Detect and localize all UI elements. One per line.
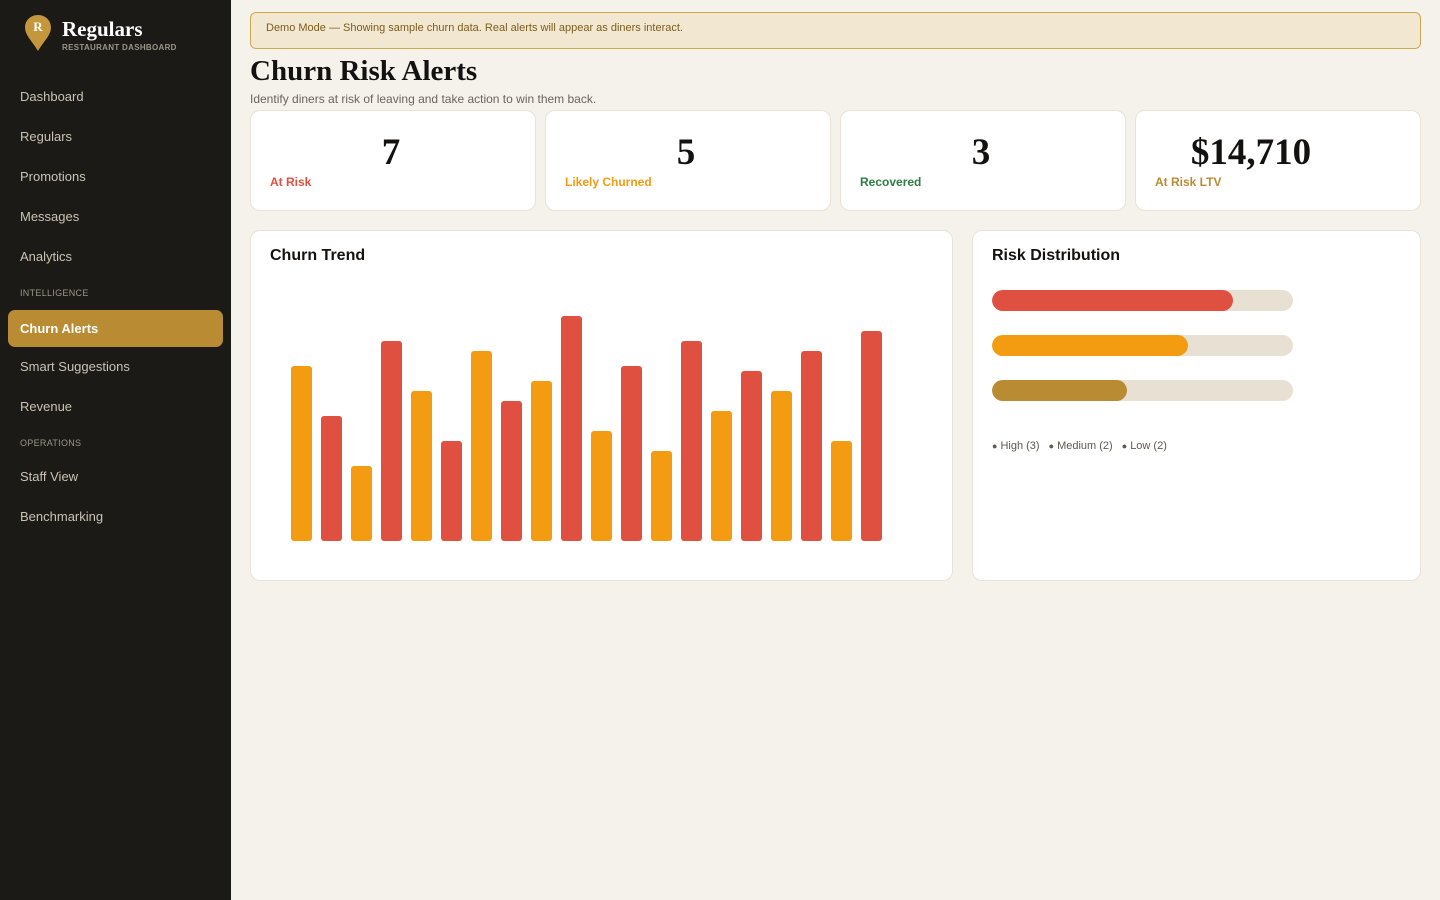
churn-trend-chart xyxy=(291,316,882,541)
risk-distribution-title: Risk Distribution xyxy=(992,247,1121,264)
sidebar-item-analytics[interactable]: Analytics xyxy=(8,238,223,275)
stat-value: $14,710 xyxy=(1190,132,1312,173)
churn-trend-bar xyxy=(681,341,702,541)
stat-value: 5 xyxy=(676,132,696,173)
risk-distribution-panel: Risk Distribution xyxy=(972,230,1421,581)
sidebar-item-dashboard[interactable]: Dashboard xyxy=(8,78,223,115)
churn-trend-bar xyxy=(831,441,852,541)
risk-bar-medium-fill xyxy=(992,335,1188,356)
logo-letter: R xyxy=(33,19,43,34)
stat-value: 7 xyxy=(381,132,401,173)
legend-dot-icon: ● xyxy=(1121,441,1128,451)
risk-bar-medium xyxy=(992,335,1293,356)
stat-card-likely-churned: 5 Likely Churned xyxy=(545,110,831,211)
legend-label-medium: Medium (2) xyxy=(1057,440,1113,452)
churn-trend-bar xyxy=(471,351,492,541)
stat-card-at-risk: 7 At Risk xyxy=(250,110,536,211)
sidebar-item-staff-view[interactable]: Staff View xyxy=(8,458,223,495)
churn-trend-bar xyxy=(801,351,822,541)
brand[interactable]: R Regulars RESTAURANT DASHBOARD xyxy=(24,14,224,54)
legend-item-medium: ● Medium (2) xyxy=(1049,440,1113,452)
demo-mode-banner: Demo Mode — Showing sample churn data. R… xyxy=(250,12,1421,49)
churn-trend-bar xyxy=(861,331,882,541)
brand-title: Regulars xyxy=(62,17,143,41)
risk-bar-low-fill xyxy=(992,380,1128,401)
churn-trend-bar xyxy=(531,381,552,541)
churn-trend-bar xyxy=(591,431,612,541)
stat-value: 3 xyxy=(971,132,991,173)
churn-trend-bar xyxy=(651,451,672,541)
sidebar-item-promotions[interactable]: Promotions xyxy=(8,158,223,195)
legend-item-high: ● High (3) xyxy=(992,440,1040,452)
stat-card-at-risk-ltv: $14,710 At Risk LTV xyxy=(1135,110,1421,211)
sidebar: R Regulars RESTAURANT DASHBOARD Dashboar… xyxy=(0,0,231,900)
risk-legend: ● High (3) ● Medium (2) ● Low (2) xyxy=(992,440,1173,452)
legend-dot-icon: ● xyxy=(1048,441,1055,451)
legend-item-low: ● Low (2) xyxy=(1122,440,1167,452)
sidebar-item-messages[interactable]: Messages xyxy=(8,198,223,235)
risk-bar-low xyxy=(992,380,1293,401)
churn-trend-bar xyxy=(621,366,642,541)
sidebar-item-regulars[interactable]: Regulars xyxy=(8,118,223,155)
churn-trend-bar xyxy=(441,441,462,541)
stat-label: At Risk LTV xyxy=(1155,175,1222,189)
churn-trend-bar xyxy=(771,391,792,541)
churn-trend-bar xyxy=(291,366,312,541)
sidebar-item-smart-suggestions[interactable]: Smart Suggestions xyxy=(8,348,223,385)
churn-trend-panel: Churn Trend xyxy=(250,230,953,581)
churn-trend-bar xyxy=(741,371,762,541)
sidebar-item-churn-alerts[interactable]: Churn Alerts xyxy=(8,310,223,347)
stat-card-recovered: 3 Recovered xyxy=(840,110,1126,211)
page-title: Churn Risk Alerts xyxy=(250,55,478,87)
sidebar-section-operations: OPERATIONS xyxy=(20,438,82,448)
sidebar-item-benchmarking[interactable]: Benchmarking xyxy=(8,498,223,535)
stat-label: Recovered xyxy=(860,175,922,189)
churn-trend-bar xyxy=(351,466,372,541)
legend-label-low: Low (2) xyxy=(1130,440,1167,452)
sidebar-section-intelligence: INTELLIGENCE xyxy=(20,288,89,298)
churn-trend-bar xyxy=(411,391,432,541)
churn-trend-bar xyxy=(711,411,732,541)
stat-label: Likely Churned xyxy=(565,175,652,189)
churn-trend-bar xyxy=(501,401,522,541)
churn-trend-bar xyxy=(381,341,402,541)
sidebar-item-revenue[interactable]: Revenue xyxy=(8,388,223,425)
legend-dot-icon: ● xyxy=(992,441,998,451)
page-subtitle: Identify diners at risk of leaving and t… xyxy=(250,92,597,106)
legend-label-high: High (3) xyxy=(1000,440,1040,452)
churn-trend-bar xyxy=(561,316,582,541)
logo-pin-icon: R xyxy=(25,15,51,51)
churn-trend-bar xyxy=(321,416,342,541)
stat-label: At Risk xyxy=(270,175,312,189)
risk-bar-high xyxy=(992,290,1293,311)
brand-subtitle: RESTAURANT DASHBOARD xyxy=(62,43,177,52)
risk-bar-high-fill xyxy=(992,290,1233,311)
